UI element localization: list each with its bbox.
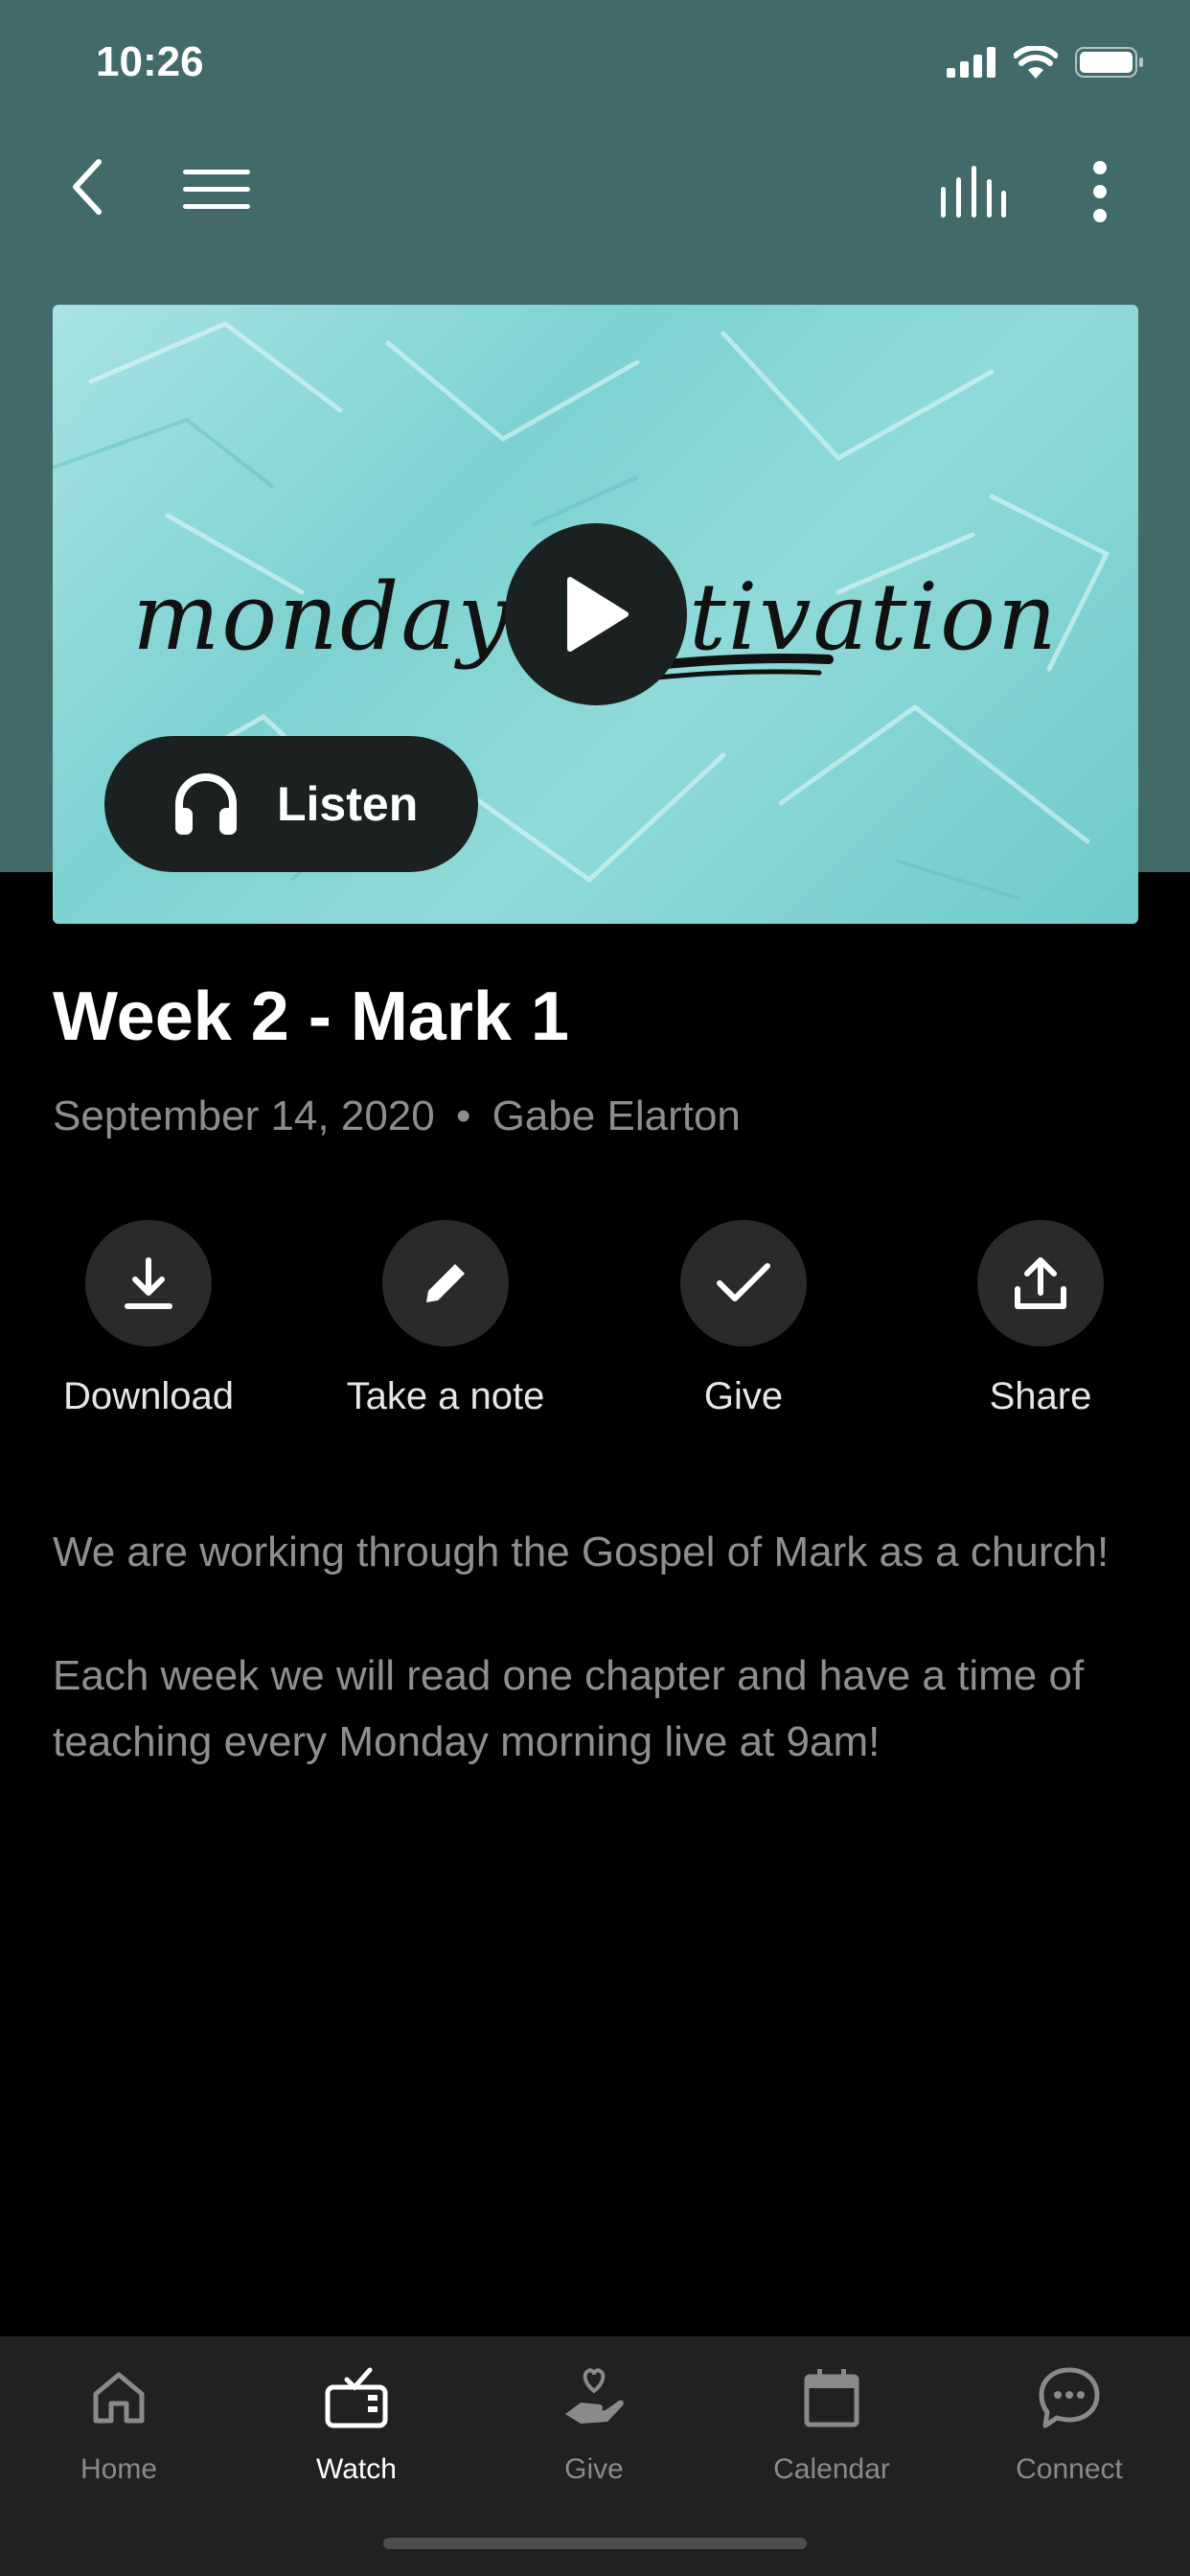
description-paragraph-2: Each week we will read one chapter and h…	[53, 1652, 1085, 1765]
calendar-icon	[804, 2369, 859, 2427]
download-circle[interactable]	[85, 1220, 212, 1346]
back-button[interactable]	[57, 153, 115, 220]
share-button[interactable]: Share	[926, 1220, 1156, 1418]
tab-watch[interactable]: Watch	[238, 2359, 475, 2486]
give-action-label: Give	[703, 1375, 784, 1417]
sermon-description: We are working through the Gospel of Mar…	[53, 1519, 1135, 1832]
take-note-circle[interactable]	[382, 1220, 509, 1346]
headphones-icon	[173, 773, 239, 835]
share-circle[interactable]	[977, 1220, 1104, 1346]
status-time: 10:26	[96, 38, 204, 85]
share-icon	[1015, 1257, 1066, 1309]
take-note-button[interactable]: Take a note	[331, 1220, 561, 1418]
check-icon	[717, 1263, 770, 1301]
tab-connect[interactable]: Connect	[950, 2359, 1188, 2486]
audio-levels-button[interactable]	[937, 161, 1010, 220]
take-note-label: Take a note	[346, 1375, 545, 1417]
audio-levels-icon	[941, 166, 1006, 218]
sermon-meta: September 14, 2020 • Gabe Elarton	[53, 1092, 741, 1140]
hamburger-icon	[183, 170, 250, 209]
listen-button[interactable]: Listen	[104, 736, 478, 872]
play-button[interactable]	[505, 523, 687, 705]
menu-button[interactable]	[180, 163, 253, 217]
tab-give-label: Give	[564, 2453, 624, 2485]
more-vertical-icon	[1093, 161, 1107, 222]
app-screen: 10:26 monday motivation Listen Week 2 - …	[0, 0, 1190, 2576]
listen-label: Listen	[277, 777, 419, 831]
home-indicator	[383, 2538, 807, 2549]
tab-home-label: Home	[80, 2453, 158, 2485]
tab-watch-label: Watch	[316, 2453, 397, 2485]
chevron-left-icon	[73, 159, 102, 215]
signal-icon	[947, 47, 995, 78]
tab-connect-label: Connect	[1016, 2453, 1123, 2485]
download-button[interactable]: Download	[34, 1220, 263, 1418]
description-paragraph-1: We are working through the Gospel of Mar…	[53, 1529, 1110, 1576]
chat-bubble-icon	[1039, 2367, 1100, 2428]
wifi-icon	[1014, 46, 1058, 79]
sermon-hero-image[interactable]: monday motivation Listen	[53, 305, 1138, 924]
battery-icon	[1075, 47, 1143, 78]
share-label: Share	[989, 1375, 1092, 1417]
give-action-circle[interactable]	[680, 1220, 807, 1346]
status-icons	[947, 46, 1144, 79]
sermon-speaker: Gabe Elarton	[492, 1092, 741, 1139]
tab-home[interactable]: Home	[0, 2359, 238, 2486]
tab-calendar-label: Calendar	[773, 2453, 890, 2485]
pencil-icon	[426, 1264, 465, 1302]
more-options-button[interactable]	[1083, 155, 1117, 228]
tab-calendar[interactable]: Calendar	[713, 2359, 950, 2486]
tv-icon	[325, 2367, 388, 2428]
sermon-title: Week 2 - Mark 1	[53, 978, 569, 1055]
give-hand-icon	[565, 2368, 624, 2424]
tab-give[interactable]: Give	[475, 2359, 713, 2486]
give-action-button[interactable]: Give	[629, 1220, 858, 1418]
download-icon	[125, 1257, 172, 1309]
home-icon	[93, 2372, 145, 2424]
play-icon	[567, 577, 629, 652]
sermon-date: September 14, 2020	[53, 1092, 435, 1139]
download-label: Download	[63, 1375, 234, 1417]
meta-separator: •	[455, 1092, 471, 1139]
